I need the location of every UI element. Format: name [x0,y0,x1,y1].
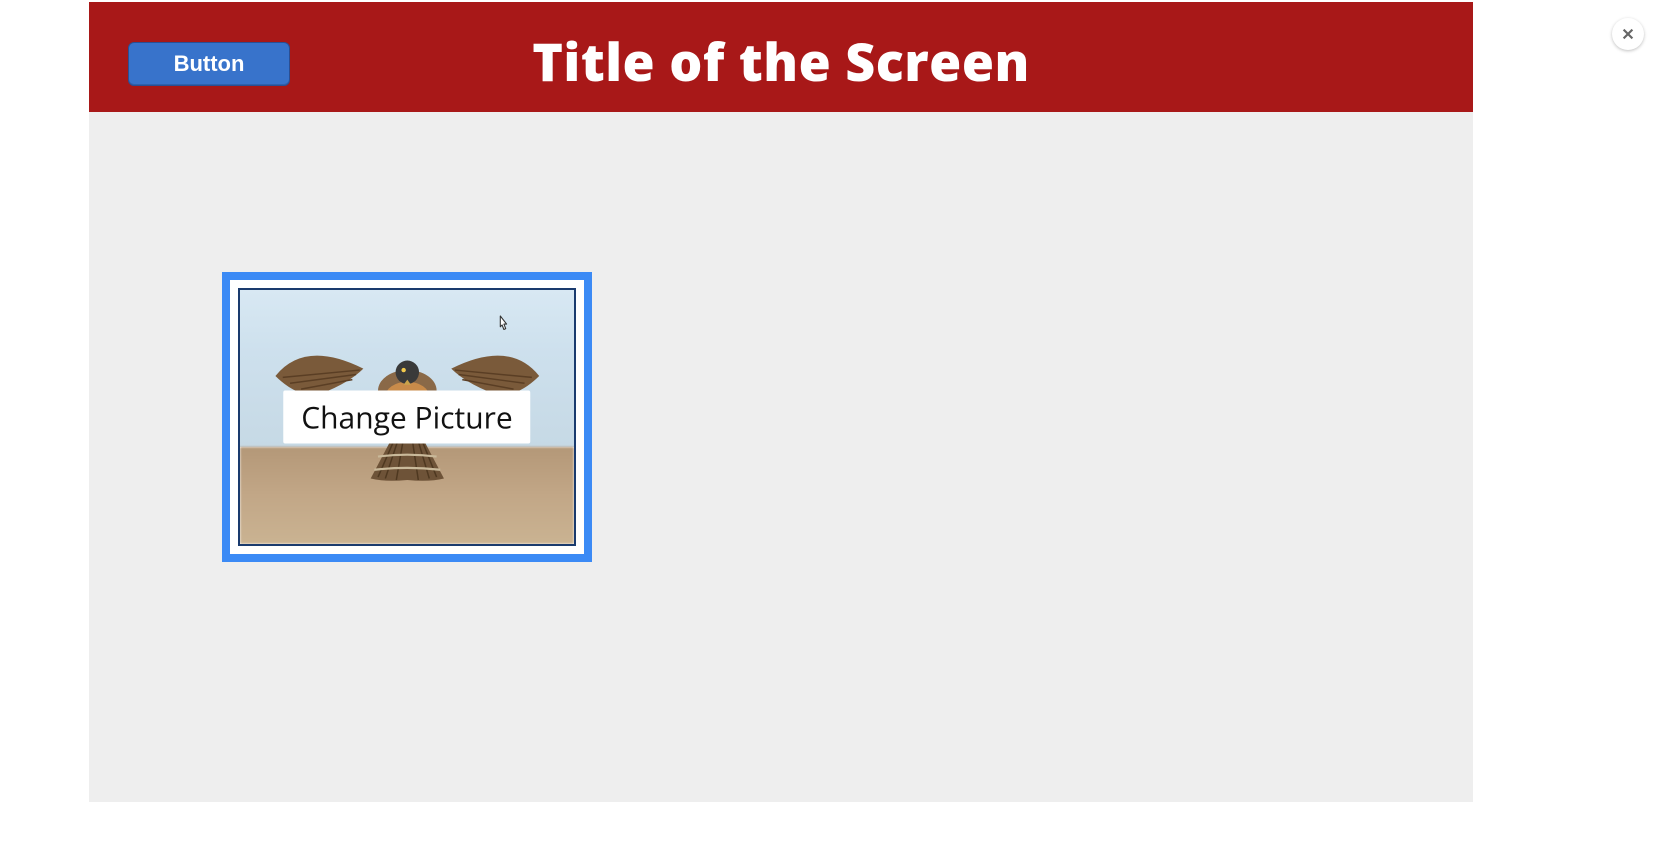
close-button[interactable] [1612,18,1644,50]
change-picture-label: Change Picture [301,397,512,438]
header-bar: Button Title of the Screen [89,2,1473,112]
screen-frame: Button Title of the Screen [89,2,1473,802]
image-inner-frame: Change Picture [238,288,576,546]
change-picture-button[interactable]: Change Picture [283,391,530,444]
page-title: Title of the Screen [89,26,1473,97]
image-card[interactable]: Change Picture [222,272,592,562]
close-icon [1621,27,1635,41]
